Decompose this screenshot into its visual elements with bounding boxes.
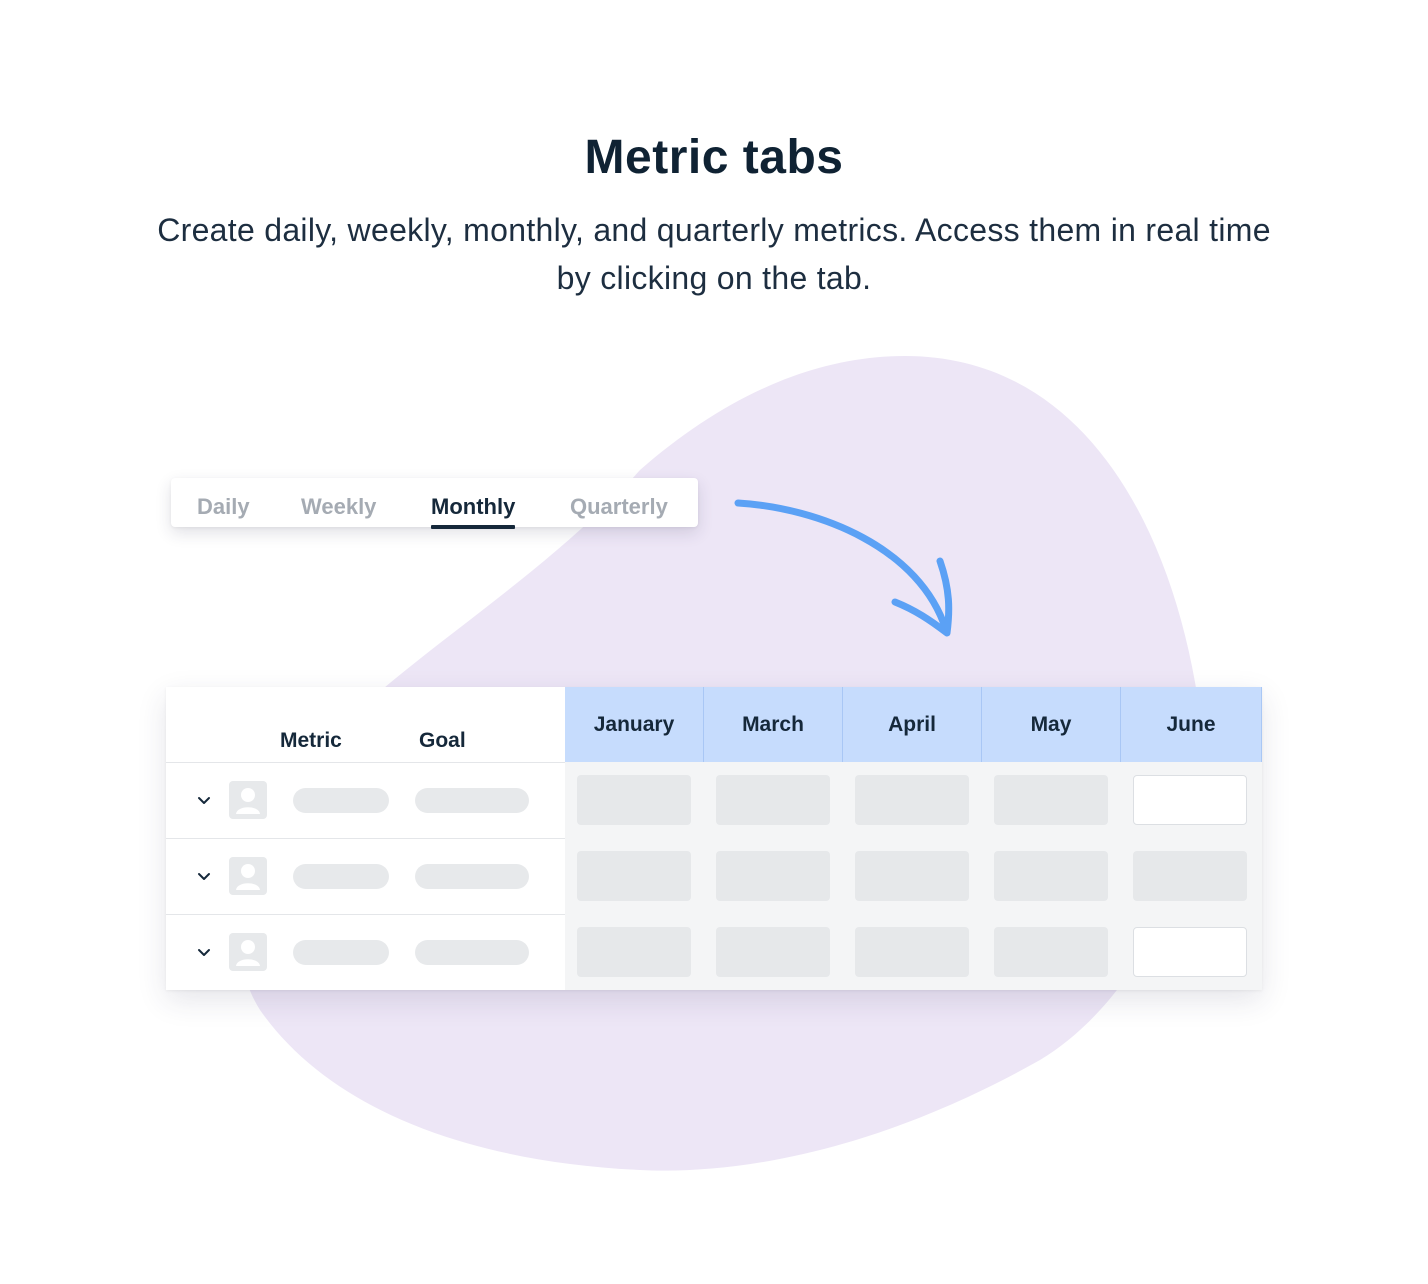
metric-placeholder [293,864,389,889]
value-cell [716,775,830,825]
goal-placeholder [415,940,529,965]
value-cell [994,775,1108,825]
chevron-down-icon[interactable] [196,868,212,884]
metrics-table: Metric Goal January March April May June [166,687,1262,990]
table-row [166,915,565,990]
value-cell [994,851,1108,901]
value-cell [716,851,830,901]
user-icon [229,781,267,819]
value-cell [855,775,969,825]
value-cell [577,927,691,977]
chevron-down-icon[interactable] [196,792,212,808]
chevron-down-icon[interactable] [196,944,212,960]
value-cell [855,927,969,977]
column-header-month: January [565,687,704,762]
value-cell [994,927,1108,977]
table-header-left: Metric Goal [166,687,565,763]
month-values-pane: January March April May June [565,687,1262,990]
value-cell [577,851,691,901]
user-icon [229,857,267,895]
curved-arrow-icon [734,499,953,637]
metric-list-pane: Metric Goal [166,687,565,990]
goal-placeholder [415,788,529,813]
value-cell [855,851,969,901]
metric-placeholder [293,788,389,813]
column-header-month: March [704,687,843,762]
table-row [166,763,565,839]
column-header-month: May [982,687,1121,762]
goal-placeholder [415,864,529,889]
value-input[interactable] [1133,927,1247,977]
metric-placeholder [293,940,389,965]
column-header-month: April [843,687,982,762]
value-input[interactable] [1133,775,1247,825]
value-cell [1133,851,1247,901]
value-cell [577,775,691,825]
user-icon [229,933,267,971]
value-cell [716,927,830,977]
column-header-month: June [1121,687,1262,762]
table-row [166,839,565,915]
column-header-metric: Metric [280,729,342,752]
column-header-goal: Goal [419,729,466,752]
